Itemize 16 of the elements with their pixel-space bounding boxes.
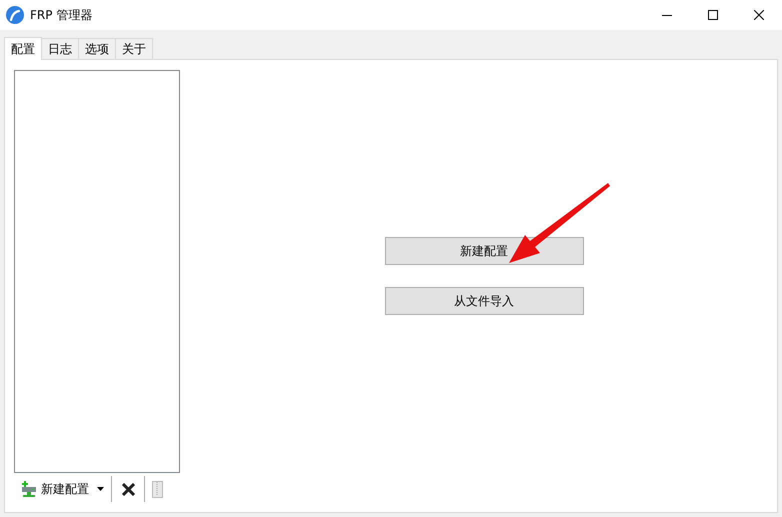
window-title: FRP 管理器 xyxy=(30,7,92,24)
new-config-button[interactable]: 新建配置 xyxy=(14,476,89,502)
tab[interactable]: 选项 xyxy=(79,38,116,59)
app-logo-icon xyxy=(6,6,24,24)
zip-file-icon xyxy=(152,480,162,498)
close-icon xyxy=(754,10,764,20)
caret-icon xyxy=(96,487,104,491)
tab[interactable]: 日志 xyxy=(42,38,79,59)
server-add-icon xyxy=(20,480,38,498)
maximize-icon xyxy=(708,10,718,20)
delete-icon xyxy=(122,482,134,496)
action-button[interactable]: 从文件导入 xyxy=(384,287,584,315)
tab[interactable]: 关于 xyxy=(116,38,153,59)
tab[interactable]: 配置 xyxy=(4,37,42,60)
minimize-icon xyxy=(662,14,672,16)
action-button[interactable]: 新建配置 xyxy=(384,237,584,265)
